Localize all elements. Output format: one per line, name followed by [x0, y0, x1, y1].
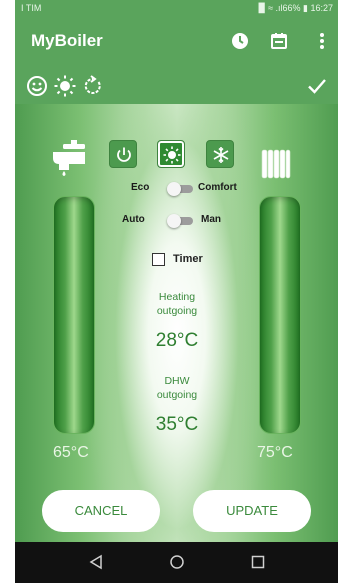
device: I TIM ▉ ≈ .ıl66% ▮ 16:27 MyBoiler Eco Co…: [0, 0, 338, 583]
heating-mode-button[interactable]: [157, 140, 185, 168]
eco-comfort-toggle[interactable]: [167, 182, 193, 196]
heating-outgoing-value: 28°C: [155, 330, 199, 351]
man-label: Man: [201, 214, 221, 225]
sun-icon[interactable]: [53, 74, 77, 98]
toggle-knob: [167, 182, 181, 196]
mode-toolbar: [15, 66, 338, 104]
cooling-mode-button[interactable]: [206, 140, 234, 168]
toggle-knob: [167, 214, 181, 228]
phone-screen: I TIM ▉ ≈ .ıl66% ▮ 16:27 MyBoiler Eco Co…: [15, 0, 338, 583]
dhw-outgoing-value: 35°C: [155, 414, 199, 435]
heating-temperature-slider[interactable]: [259, 196, 301, 434]
smile-icon[interactable]: [25, 74, 49, 98]
heating-outgoing-text: Heating outgoing: [156, 291, 198, 317]
cancel-button[interactable]: CANCEL: [42, 490, 160, 532]
comfort-label: Comfort: [198, 182, 237, 193]
heating-setpoint-value: 75°C: [257, 444, 293, 461]
auto-man-toggle[interactable]: [167, 214, 193, 228]
dhw-setpoint-value: 65°C: [53, 444, 89, 461]
system-nav-bar: [15, 542, 338, 583]
home-icon[interactable]: [169, 554, 185, 570]
refresh-icon[interactable]: [81, 74, 105, 98]
radiator-icon: [261, 148, 291, 180]
status-icons-text: ▉ ≈ .ıl66% ▮ 16:27: [258, 3, 333, 13]
clock-icon[interactable]: [229, 30, 251, 52]
dhw-outgoing-text: DHW outgoing: [156, 375, 198, 401]
checkbox-box[interactable]: [152, 253, 165, 266]
more-vert-icon[interactable]: [311, 30, 333, 52]
calendar-icon[interactable]: [268, 30, 290, 52]
dhw-outgoing-label: DHW outgoing: [105, 374, 249, 402]
carrier-label: I TIM: [21, 3, 42, 13]
tap-icon: [51, 140, 97, 176]
check-icon[interactable]: [305, 74, 329, 98]
eco-label: Eco: [131, 182, 150, 193]
back-icon[interactable]: [88, 554, 104, 570]
recents-icon[interactable]: [250, 554, 266, 570]
auto-label: Auto: [122, 214, 145, 225]
boiler-panel: Eco Comfort Auto Man Timer Heating outgo…: [15, 104, 338, 542]
timer-label: Timer: [173, 253, 203, 265]
power-icon: [117, 147, 131, 162]
update-button[interactable]: UPDATE: [193, 490, 311, 532]
app-bar: MyBoiler: [15, 18, 338, 66]
dhw-temperature-slider[interactable]: [53, 196, 95, 434]
app-title: MyBoiler: [31, 31, 103, 50]
sun-icon: [163, 146, 181, 164]
status-bar: I TIM ▉ ≈ .ıl66% ▮ 16:27: [15, 0, 338, 18]
snowflake-icon: [213, 147, 229, 163]
heating-outgoing-label: Heating outgoing: [105, 290, 249, 318]
power-mode-button[interactable]: [109, 140, 137, 168]
